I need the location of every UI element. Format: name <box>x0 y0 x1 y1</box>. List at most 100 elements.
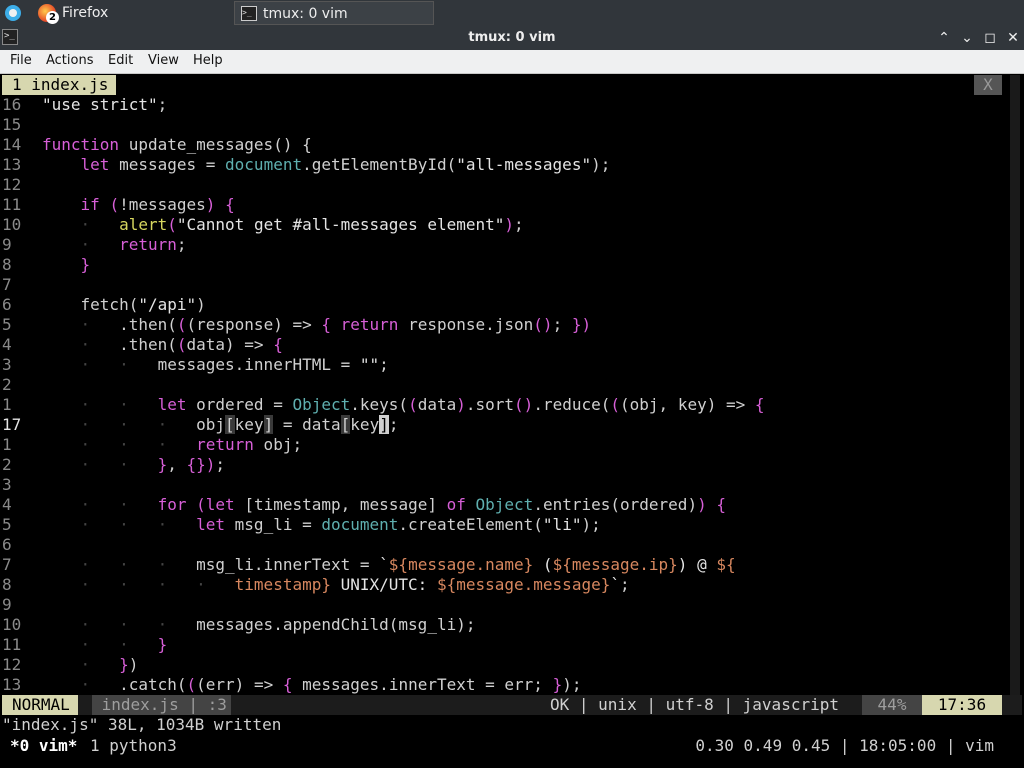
code-line[interactable]: 1 · · let ordered = Object.keys((data).s… <box>2 395 765 415</box>
code-line[interactable]: 10 · · · messages.appendChild(msg_li); <box>2 615 475 635</box>
code-token: ) <box>504 215 515 234</box>
menu-edit[interactable]: Edit <box>108 50 133 72</box>
code-token: ( <box>176 335 187 354</box>
code-token: ${message.message} <box>436 575 611 594</box>
menu-help[interactable]: Help <box>193 50 223 72</box>
maximize-button[interactable]: ◻ <box>979 26 1001 50</box>
code-line[interactable]: 2 · · }, {}); <box>2 455 225 475</box>
code-line[interactable]: 10 · alert("Cannot get #all-messages ele… <box>2 215 524 235</box>
code-line[interactable]: 4 · .then((data) => { <box>2 335 283 355</box>
application-launcher-icon[interactable] <box>5 5 21 21</box>
code-line[interactable]: 9 <box>2 595 42 615</box>
code-line[interactable]: 12 · }) <box>2 655 138 675</box>
code-token: ; <box>176 235 187 254</box>
code-line[interactable]: 1 · · · return obj; <box>2 435 302 455</box>
code-line[interactable]: 13 let messages = document.getElementByI… <box>2 155 610 175</box>
code-token: ] <box>263 415 274 434</box>
code-token: ) <box>205 195 216 214</box>
code-line[interactable]: 7 <box>2 275 42 295</box>
code-line[interactable]: 16 "use strict"; <box>2 95 167 115</box>
minimize-button[interactable]: ⌃ <box>933 26 955 50</box>
line-number: 6 <box>2 535 12 554</box>
code-line[interactable]: 3 · · messages.innerHTML = ""; <box>2 355 389 375</box>
code-token: } <box>119 655 129 674</box>
code-line[interactable]: 17 · · · obj[key] = data[key]; <box>2 415 398 435</box>
terminal-view[interactable]: 1 index.js X 16 "use strict"; 15 14 function… <box>2 74 1022 768</box>
line-number: 3 <box>2 355 12 374</box>
task-tmux[interactable]: >_ tmux: 0 vim <box>234 1 434 25</box>
line-number: 10 <box>2 615 22 634</box>
tmux-window-python3[interactable]: 1 python3 <box>90 735 177 757</box>
task-firefox[interactable]: 2 Firefox <box>34 1 232 25</box>
code-line[interactable]: 4 · · for (let [timestamp, message] of O… <box>2 495 726 515</box>
code-line[interactable]: 5 · .then(((response) => { return respon… <box>2 315 591 335</box>
code-token: let <box>196 515 226 534</box>
code-token: ; <box>514 215 524 234</box>
keep-below-button[interactable]: ⌄ <box>956 26 978 50</box>
code-line[interactable]: 12 <box>2 175 42 195</box>
menu-file[interactable]: File <box>10 50 32 72</box>
code-token: obj <box>196 415 226 434</box>
code-token: msg_li.innerText = <box>196 555 380 574</box>
menu-view[interactable]: View <box>148 50 179 72</box>
close-button[interactable]: ✕ <box>1002 26 1024 50</box>
code-line[interactable]: 5 · · · let msg_li = document.createElem… <box>2 515 601 535</box>
line-number: 1 <box>2 435 12 454</box>
code-line[interactable]: 9 · return; <box>2 235 187 255</box>
code-token: function <box>42 135 120 154</box>
code-token: "li" <box>542 515 582 534</box>
code-line[interactable]: 3 <box>2 475 42 495</box>
scrollbar-thumb[interactable] <box>1010 75 1020 695</box>
window-titlebar[interactable]: >_ tmux: 0 vim ⌃ ⌄ ◻ ✕ <box>0 26 1024 50</box>
code-line[interactable]: 13 · .catch(((err) => { messages.innerTe… <box>2 675 581 695</box>
code-token: ( <box>533 555 553 574</box>
code-line[interactable]: 11 · · } <box>2 635 167 655</box>
code-token: UNIX/UTC: <box>330 575 437 594</box>
code-token: ; <box>157 95 168 114</box>
code-line[interactable]: 8 } <box>2 255 90 275</box>
menu-actions[interactable]: Actions <box>46 50 94 72</box>
code-token: Object <box>292 395 351 414</box>
tmux-statusbar: *0 vim* 1 python3 0.30 0.49 0.45 | 18:05… <box>2 735 1022 757</box>
tab-close-button[interactable]: X <box>974 75 1002 95</box>
code-token: fetch( <box>42 295 139 314</box>
code-token: () <box>514 395 534 414</box>
vim-status-file: index.js | :3 <box>92 695 231 715</box>
code-token: ` <box>610 575 620 594</box>
code-line[interactable]: 7 · · · msg_li.innerText = `${message.na… <box>2 555 736 575</box>
code-token: if <box>80 195 100 214</box>
code-token: ); <box>562 675 582 694</box>
code-token: · · <box>42 395 158 414</box>
line-number: 11 <box>2 635 22 654</box>
code-line[interactable]: 15 <box>2 115 42 135</box>
vim-tab-index-js[interactable]: 1 index.js <box>2 75 117 95</box>
code-token: ( <box>109 195 120 214</box>
code-line[interactable]: 2 <box>2 375 42 395</box>
code-token: alert <box>119 215 168 234</box>
tab-number: 1 <box>12 75 22 94</box>
code-token: ) @ <box>677 555 717 574</box>
code-token: messages.innerText = err; <box>292 675 553 694</box>
code-token: [timestamp, message] <box>234 495 447 514</box>
line-number: 4 <box>2 495 12 514</box>
code-token: "" <box>359 355 380 374</box>
vim-status-position: 17:36 <box>922 695 1002 715</box>
code-token: · · · <box>42 515 197 534</box>
scrollbar[interactable] <box>1008 75 1022 695</box>
code-token: } <box>157 635 168 654</box>
code-token: ordered = <box>186 395 293 414</box>
line-number: 14 <box>2 135 22 154</box>
code-token: ); <box>581 515 601 534</box>
code-line[interactable]: 6 fetch("/api") <box>2 295 206 315</box>
code-line[interactable]: 11 if (!messages) { <box>2 195 235 215</box>
line-number: 13 <box>2 155 22 174</box>
code-line[interactable]: 8 · · · · timestamp} UNIX/UTC: ${message… <box>2 575 630 595</box>
tmux-window-vim[interactable]: *0 vim* <box>10 735 77 757</box>
code-line[interactable]: 6 <box>2 535 42 555</box>
code-line[interactable]: 14 function update_messages() { <box>2 135 312 155</box>
code-token: messages.innerHTML = <box>157 355 360 374</box>
code-token: ` <box>379 555 389 574</box>
